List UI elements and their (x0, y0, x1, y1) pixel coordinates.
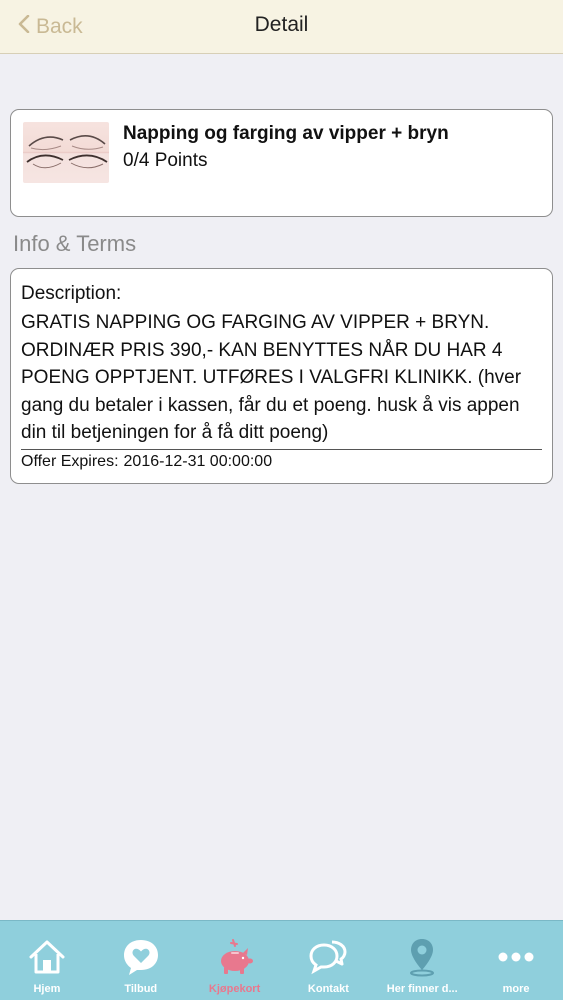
offer-thumbnail (23, 122, 109, 183)
description-label: Description: (21, 283, 122, 304)
navigation-bar: Back Detail (0, 0, 563, 54)
location-pin-icon (402, 937, 442, 977)
expires-value: 2016-12-31 00:00:00 (123, 453, 273, 470)
expires-label: Offer Expires: (21, 453, 119, 470)
tab-label: more (502, 983, 530, 995)
description-text: GRATIS NAPPING OG FARGING AV VIPPER + BR… (21, 312, 522, 443)
tab-kontakt[interactable]: Kontakt (281, 921, 375, 1000)
tab-label: Hjem (33, 983, 61, 995)
tab-label: Kjøpekort (208, 983, 261, 995)
terms-card: Description: GRATIS NAPPING OG FARGING A… (10, 268, 553, 484)
tab-label: Kontakt (307, 983, 349, 995)
more-icon (496, 937, 536, 977)
points-progress: 0/4 Points (123, 150, 208, 171)
chat-icon (308, 937, 348, 977)
page-title: Detail (254, 13, 309, 36)
offer-expires: Offer Expires: 2016-12-31 00:00:00 (21, 453, 272, 471)
tab-label: Tilbud (124, 983, 158, 995)
offer-card: Napping og farging av vipper + bryn 0/4 … (10, 109, 553, 217)
tab-more[interactable]: more (469, 921, 563, 1000)
tab-her-finner-du[interactable]: Her finner d... (375, 921, 469, 1000)
tab-bar: Hjem Tilbud Kjøpekort Kontakt Her finner… (0, 920, 563, 1000)
tab-kjopekort[interactable]: Kjøpekort (188, 921, 282, 1000)
section-header-info-terms: Info & Terms (13, 231, 137, 256)
tab-tilbud[interactable]: Tilbud (94, 921, 188, 1000)
piggy-bank-icon (215, 937, 255, 977)
offer-title: Napping og farging av vipper + bryn (123, 123, 449, 144)
divider (21, 449, 542, 450)
tab-hjem[interactable]: Hjem (0, 921, 94, 1000)
home-icon (27, 937, 67, 977)
tab-label: Her finner d... (386, 983, 458, 995)
heart-bubble-icon (121, 937, 161, 977)
